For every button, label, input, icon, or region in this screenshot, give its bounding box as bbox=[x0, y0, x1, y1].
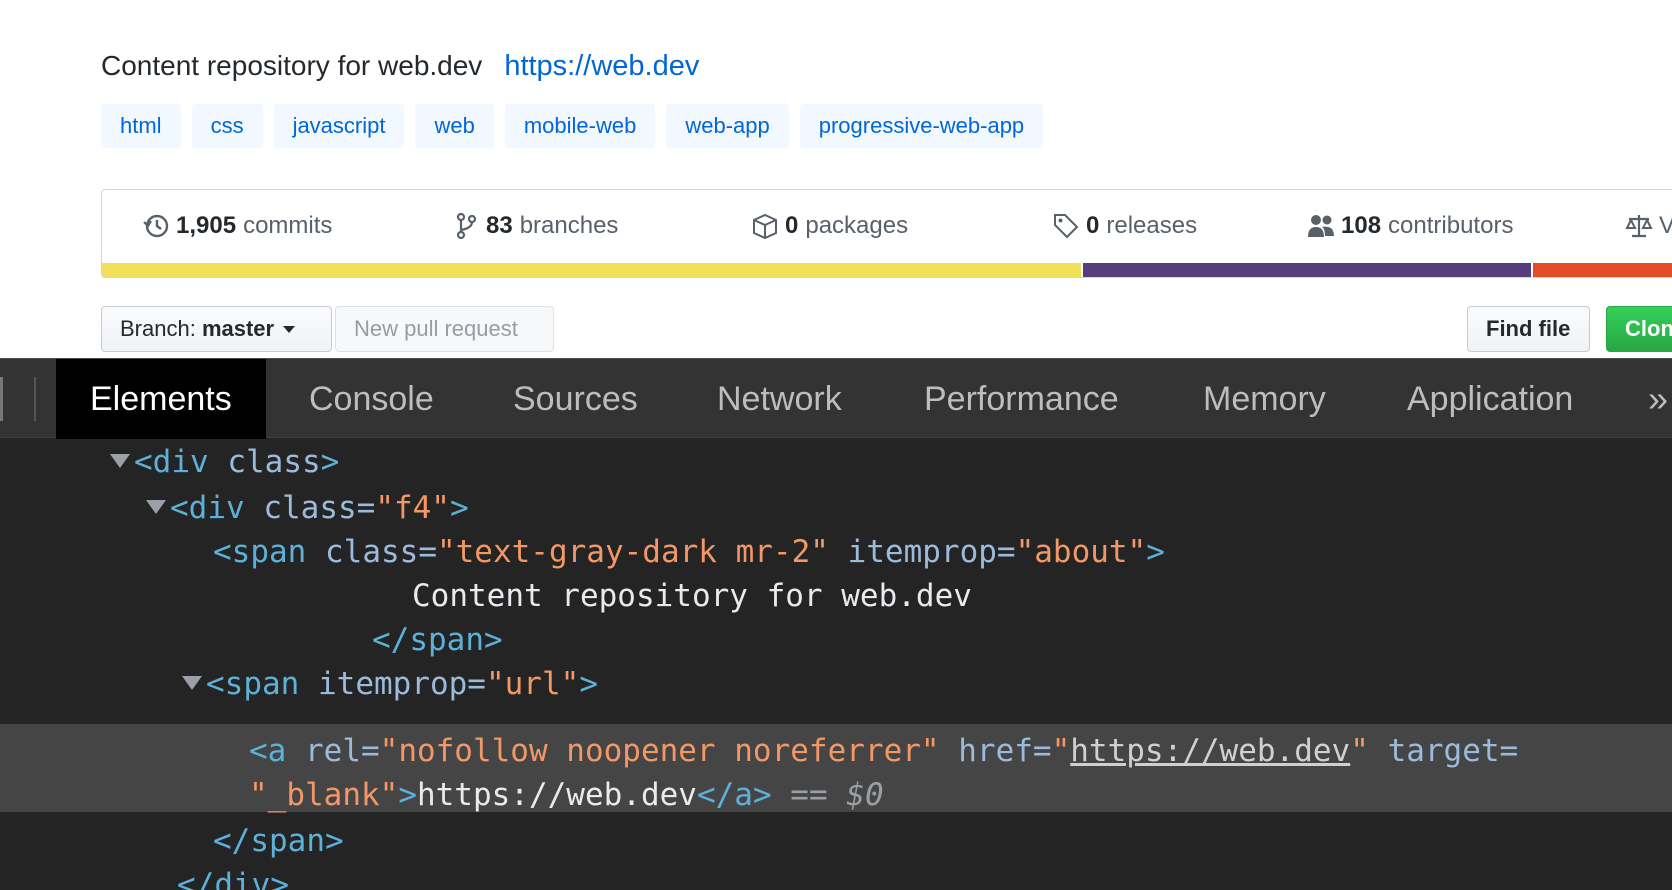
language-bar[interactable] bbox=[102, 263, 1672, 277]
tab-elements[interactable]: Elements bbox=[56, 359, 266, 439]
dom-close-span[interactable]: </span> bbox=[0, 618, 1672, 662]
dom-node-anchor-cont[interactable]: "_blank">https://web.dev</a> == $0 bbox=[0, 773, 1672, 817]
history-icon bbox=[142, 212, 170, 240]
dom-node-span-url[interactable]: <span itemprop="url"> bbox=[0, 662, 1672, 706]
packages-link[interactable]: 0 packages bbox=[751, 212, 908, 240]
href-link[interactable]: https://web.dev bbox=[1070, 733, 1350, 769]
dom-text-node[interactable]: Content repository for web.dev bbox=[0, 574, 1672, 618]
topic-tag-html[interactable]: html bbox=[101, 104, 181, 148]
dom-node-anchor[interactable]: <a rel="nofollow noopener noreferrer" hr… bbox=[0, 729, 1672, 773]
tab-memory[interactable]: Memory bbox=[1169, 359, 1360, 439]
new-pull-request-button[interactable]: New pull request bbox=[335, 306, 554, 352]
language-segment[interactable] bbox=[1083, 263, 1531, 277]
expand-triangle-icon[interactable] bbox=[146, 499, 166, 514]
caret-down-icon bbox=[283, 325, 296, 333]
dom-node-span-about[interactable]: <span class="text-gray-dark mr-2" itempr… bbox=[0, 530, 1672, 574]
branch-icon bbox=[452, 212, 480, 240]
topic-tag-javascript[interactable]: javascript bbox=[273, 104, 405, 148]
tab-console[interactable]: Console bbox=[275, 359, 468, 439]
topic-tag-css[interactable]: css bbox=[191, 104, 263, 148]
repo-website-link[interactable]: https://web.dev bbox=[504, 50, 699, 83]
devtools-panel: Elements Console Sources Network Perform… bbox=[0, 358, 1672, 890]
dom-node-div[interactable]: <div class> bbox=[0, 440, 1672, 484]
topic-list: html css javascript web mobile-web web-a… bbox=[101, 104, 1044, 148]
devtools-tabbar: Elements Console Sources Network Perform… bbox=[0, 358, 1672, 439]
releases-link[interactable]: 0 releases bbox=[1052, 212, 1197, 240]
tab-application[interactable]: Application bbox=[1373, 359, 1607, 439]
tag-icon bbox=[1052, 212, 1080, 240]
law-icon bbox=[1625, 212, 1653, 240]
people-icon bbox=[1307, 212, 1335, 240]
find-file-button[interactable]: Find file bbox=[1467, 306, 1590, 352]
language-segment[interactable] bbox=[1533, 263, 1672, 277]
tab-performance[interactable]: Performance bbox=[890, 359, 1153, 439]
language-segment[interactable] bbox=[102, 263, 1081, 277]
clone-download-button[interactable]: Clon bbox=[1606, 306, 1672, 352]
branch-select-button[interactable]: Branch: master bbox=[101, 306, 332, 352]
more-tabs-icon[interactable]: » bbox=[1648, 359, 1668, 439]
dom-close-span[interactable]: </span> bbox=[0, 819, 1672, 863]
numbers-summary: 1,905 commits 83 branches 0 packages 0 relea… bbox=[101, 189, 1672, 278]
tabbar-divider bbox=[34, 377, 36, 421]
topic-tag-mobile-web[interactable]: mobile-web bbox=[504, 104, 656, 148]
contributors-link[interactable]: 108 contributors bbox=[1307, 212, 1513, 240]
repo-header: Content repository for web.dev https://w… bbox=[0, 0, 1672, 360]
tab-sources[interactable]: Sources bbox=[479, 359, 672, 439]
dom-node-div-f4[interactable]: <div class="f4"> bbox=[0, 486, 1672, 530]
license-link[interactable]: V bbox=[1625, 212, 1672, 240]
repo-description: Content repository for web.dev bbox=[101, 50, 483, 81]
topic-tag-web-app[interactable]: web-app bbox=[666, 104, 789, 148]
expand-triangle-icon[interactable] bbox=[182, 675, 202, 690]
repo-about: Content repository for web.dev https://w… bbox=[101, 50, 699, 83]
branches-link[interactable]: 83 branches bbox=[452, 212, 618, 240]
topic-tag-web[interactable]: web bbox=[415, 104, 494, 148]
package-icon bbox=[751, 212, 779, 240]
expand-triangle-icon[interactable] bbox=[110, 453, 130, 468]
dom-close-div[interactable]: </div> bbox=[0, 863, 1672, 890]
topic-tag-progressive-web-app[interactable]: progressive-web-app bbox=[799, 104, 1044, 148]
tab-network[interactable]: Network bbox=[683, 359, 876, 439]
devtools-left-edge bbox=[0, 377, 3, 421]
commits-link[interactable]: 1,905 commits bbox=[142, 212, 332, 240]
